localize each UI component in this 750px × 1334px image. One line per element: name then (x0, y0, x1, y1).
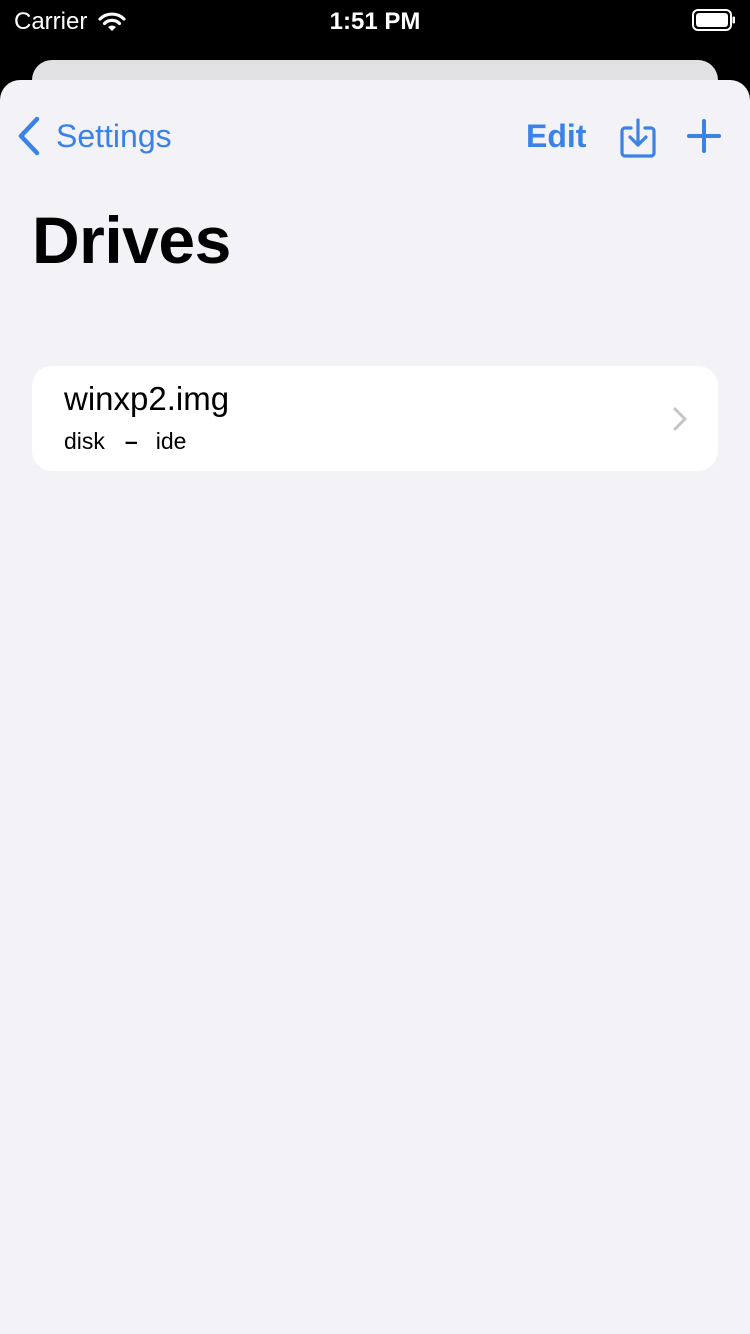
edit-button[interactable]: Edit (526, 114, 586, 158)
drive-row[interactable]: winxp2.img disk – ide (32, 366, 718, 471)
page-title: Drives (32, 203, 231, 277)
chevron-left-icon (18, 116, 40, 156)
drive-list: winxp2.img disk – ide (32, 366, 718, 471)
drives-sheet: Settings Edit Drives winxp2.img disk – i… (0, 80, 750, 1334)
drive-separator: – (124, 428, 138, 454)
drive-details: disk – ide (64, 428, 186, 455)
chevron-right-icon (673, 407, 687, 431)
import-icon[interactable] (618, 116, 658, 160)
drive-name: winxp2.img (64, 380, 230, 417)
drive-interface: ide (155, 428, 187, 454)
plus-icon[interactable] (686, 118, 722, 154)
navigation-bar: Settings Edit (0, 80, 750, 190)
battery-icon (692, 9, 735, 31)
back-button[interactable]: Settings (16, 114, 172, 158)
status-bar: Carrier 1:51 PM (0, 0, 750, 44)
back-button-label: Settings (56, 117, 172, 154)
drive-type: disk (64, 428, 105, 454)
status-time: 1:51 PM (329, 8, 421, 35)
